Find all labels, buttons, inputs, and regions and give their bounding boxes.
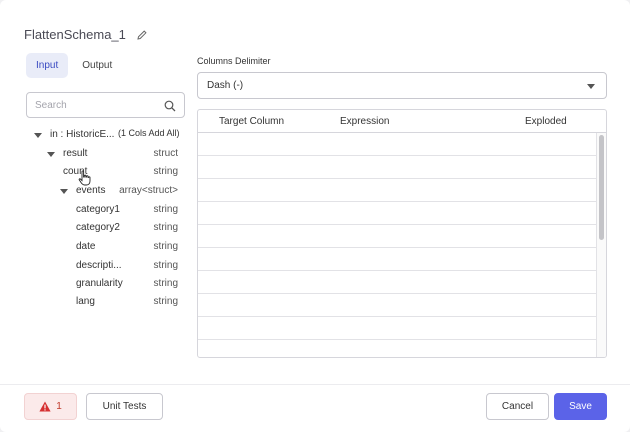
cancel-button[interactable]: Cancel (486, 393, 549, 420)
columns-delimiter-value: Dash (-) (207, 80, 244, 91)
tree-root-label: in : HistoricE... (50, 129, 115, 140)
column-header-expression: Expression (340, 116, 390, 127)
tree-node-result[interactable]: result struct (26, 146, 186, 162)
chevron-down-icon[interactable] (47, 152, 55, 157)
table-row[interactable] (198, 317, 598, 340)
chevron-down-icon[interactable] (34, 133, 42, 138)
tree-root[interactable]: in : HistoricE... (1 Cols Add All) (26, 127, 186, 143)
table-row[interactable] (198, 133, 598, 156)
pencil-icon[interactable] (136, 28, 148, 40)
error-count: 1 (56, 401, 62, 412)
save-button[interactable]: Save (554, 393, 607, 420)
table-row[interactable] (198, 271, 598, 294)
column-header-exploded: Exploded (525, 116, 567, 127)
tree-node-type: struct (153, 148, 178, 159)
tree-node-label: category2 (76, 222, 120, 233)
tree-node-label: date (76, 241, 96, 252)
tree-node-count[interactable]: count string (26, 164, 186, 180)
table-row[interactable] (198, 202, 598, 225)
tree-node-type: string (153, 260, 178, 271)
tree-node-type: array<struct> (119, 185, 178, 196)
tree-node-label: category1 (76, 204, 120, 215)
tree-node-label: result (63, 148, 88, 159)
tab-output[interactable]: Output (72, 53, 122, 78)
scrollbar-thumb[interactable] (599, 135, 604, 240)
table-scrollbar[interactable] (596, 133, 606, 357)
chevron-down-icon[interactable] (60, 189, 68, 194)
footer-divider (0, 384, 630, 385)
flatten-columns-table: Target Column Expression Exploded (197, 109, 607, 358)
table-row[interactable] (198, 294, 598, 317)
table-row[interactable] (198, 156, 598, 179)
flatten-schema-dialog: FlattenSchema_1 Input Output in : Histor… (0, 0, 630, 432)
chevron-down-icon (587, 84, 595, 89)
hand-pointer-icon (78, 170, 92, 186)
dialog-title: FlattenSchema_1 (24, 26, 126, 42)
tree-node-label: descripti... (76, 260, 122, 271)
table-row[interactable] (198, 179, 598, 202)
search-icon[interactable] (164, 99, 176, 112)
tree-node-type: string (153, 296, 178, 307)
title-row: FlattenSchema_1 (24, 24, 148, 44)
tree-node-label: lang (76, 296, 95, 307)
search-input[interactable] (35, 99, 164, 111)
tree-node-category2[interactable]: category2 string (26, 220, 186, 236)
tree-node-type: string (153, 166, 178, 177)
warning-icon (39, 401, 51, 412)
tree-node-type: string (153, 241, 178, 252)
tree-node-type: string (153, 222, 178, 233)
tree-node-label: granularity (76, 278, 123, 289)
table-header: Target Column Expression Exploded (198, 110, 606, 133)
column-header-target: Target Column (219, 116, 285, 127)
tree-node-label: events (76, 185, 106, 196)
tab-input[interactable]: Input (26, 53, 69, 78)
add-all-columns-link[interactable]: (1 Cols Add All) (118, 128, 180, 138)
tree-node-events[interactable]: events array<struct> (26, 183, 186, 199)
columns-delimiter-label: Columns Delimiter (197, 56, 271, 66)
unit-tests-button[interactable]: Unit Tests (86, 393, 163, 420)
tree-node-lang[interactable]: lang string (26, 294, 186, 310)
tree-node-granularity[interactable]: granularity string (26, 276, 186, 292)
tree-node-description[interactable]: descripti... string (26, 258, 186, 274)
table-row[interactable] (198, 248, 598, 271)
tree-node-date[interactable]: date string (26, 239, 186, 255)
input-output-tabs: Input Output (26, 53, 122, 78)
columns-delimiter-select[interactable]: Dash (-) (197, 72, 607, 99)
error-count-button[interactable]: 1 (24, 393, 77, 420)
tree-node-type: string (153, 278, 178, 289)
tree-node-type: string (153, 204, 178, 215)
tree-node-category1[interactable]: category1 string (26, 202, 186, 218)
search-box (26, 92, 185, 118)
table-row[interactable] (198, 225, 598, 248)
